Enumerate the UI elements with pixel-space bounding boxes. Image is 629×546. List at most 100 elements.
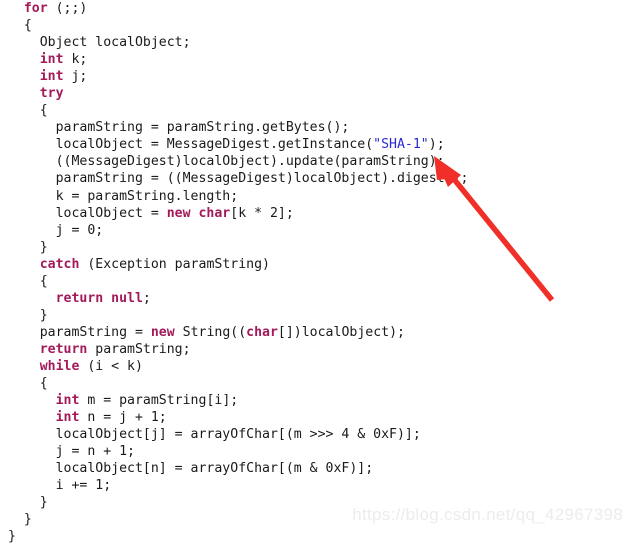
code-token-plain: [])localObject); — [277, 324, 405, 340]
csdn-watermark: https://blog.csdn.net/qq_42967398 — [352, 505, 623, 524]
code-line: return null; — [0, 290, 629, 307]
code-line: } — [0, 239, 629, 256]
code-line: paramString = paramString.getBytes(); — [0, 119, 629, 136]
code-line: int k; — [0, 51, 629, 68]
code-line: int m = paramString[i]; — [0, 392, 629, 409]
code-token-kw: catch — [39, 256, 80, 272]
code-line: { — [0, 102, 629, 119]
code-line: j = 0; — [0, 222, 629, 239]
code-token-kw: return — [39, 341, 88, 357]
code-line: localObject = new char[k * 2]; — [0, 205, 629, 222]
code-line: try — [0, 85, 629, 102]
code-line: i += 1; — [0, 477, 629, 494]
code-token-plain: k = paramString.length; — [55, 188, 239, 204]
code-line: catch (Exception paramString) — [0, 256, 629, 273]
code-token-plain: { — [39, 103, 48, 119]
code-token-plain: (;;) — [47, 1, 88, 16]
code-line: { — [0, 375, 629, 392]
code-line: { — [0, 273, 629, 290]
code-token-kw: int — [39, 52, 64, 68]
code-token-plain: paramString = paramString.getBytes(); — [55, 120, 350, 136]
code-token-plain: (i < k) — [79, 358, 143, 374]
code-line: int n = j + 1; — [0, 409, 629, 426]
code-line: Object localObject; — [0, 34, 629, 51]
code-token-plain: k; — [63, 52, 88, 68]
code-token-kw: int — [55, 410, 80, 426]
code-token-kw: new — [150, 324, 175, 340]
code-line: localObject[j] = arrayOfChar[(m >>> 4 & … — [0, 426, 629, 443]
code-token-kw: new char — [166, 205, 231, 221]
code-token-plain: } — [7, 529, 16, 545]
code-line: { — [0, 17, 629, 34]
code-token-kw: return null — [55, 290, 143, 306]
code-token-plain: Object localObject; — [39, 35, 191, 51]
code-token-kw: int — [39, 69, 64, 85]
code-token-plain: n = j + 1; — [79, 410, 167, 426]
code-token-plain: { — [23, 18, 32, 34]
code-line: localObject[n] = arrayOfChar[(m & 0xF)]; — [0, 460, 629, 477]
code-listing: for (;;) { Object localObject; int k; in… — [0, 0, 629, 544]
code-token-plain: } — [39, 307, 48, 323]
code-token-plain: paramString = — [39, 324, 151, 340]
code-line: ((MessageDigest)localObject).update(para… — [0, 153, 629, 170]
code-line: paramString = new String((char[])localOb… — [0, 324, 629, 341]
code-token-plain: m = paramString[i]; — [79, 393, 239, 409]
code-token-plain: paramString = ((MessageDigest)localObjec… — [55, 171, 469, 187]
code-token-plain: localObject[n] = arrayOfChar[(m & 0xF)]; — [55, 461, 374, 477]
code-token-plain: j; — [63, 69, 88, 85]
code-token-plain: localObject = — [55, 205, 167, 221]
code-line: return paramString; — [0, 341, 629, 358]
code-line: while (i < k) — [0, 358, 629, 375]
code-token-plain: ); — [428, 137, 445, 153]
code-token-kw: for — [23, 1, 48, 16]
code-token-plain: String(( — [174, 324, 247, 340]
code-token-plain: } — [39, 239, 48, 255]
code-line: int j; — [0, 68, 629, 85]
code-token-plain: } — [23, 512, 32, 528]
code-line: j = n + 1; — [0, 443, 629, 460]
code-token-kw: char — [246, 324, 278, 340]
code-token-plain: j = n + 1; — [55, 444, 135, 460]
code-token-kw: int — [55, 393, 80, 409]
code-token-plain: localObject = MessageDigest.getInstance( — [55, 137, 374, 153]
code-line: for (;;) — [0, 0, 629, 17]
code-token-plain: paramString; — [87, 341, 191, 357]
code-line: } — [0, 528, 629, 545]
code-token-plain: [k * 2]; — [230, 205, 294, 221]
code-token-plain: ((MessageDigest)localObject).update(para… — [55, 154, 445, 170]
code-line: } — [0, 307, 629, 324]
code-line: localObject = MessageDigest.getInstance(… — [0, 136, 629, 153]
code-token-plain: (Exception paramString) — [79, 256, 270, 272]
code-line: k = paramString.length; — [0, 188, 629, 205]
code-line: paramString = ((MessageDigest)localObjec… — [0, 170, 629, 187]
